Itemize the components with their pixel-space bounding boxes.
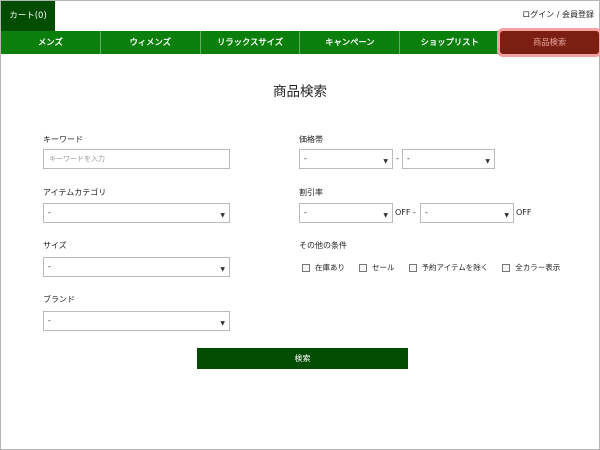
register-link[interactable]: 会員登録 (562, 10, 594, 19)
keyword-label: キーワード (43, 135, 83, 144)
checkbox-box[interactable] (302, 263, 310, 272)
sale-checkbox[interactable]: セール (359, 262, 395, 273)
search-button[interactable]: 検索 (197, 348, 408, 369)
account-divider: / (556, 10, 560, 19)
price-min-value: - (304, 154, 307, 163)
discount-off-label-1: OFF (395, 208, 411, 217)
chevron-down-icon: ▼ (383, 212, 388, 219)
nav-item-campaign[interactable]: キャンペーン (300, 31, 401, 54)
discount-separator: - (413, 208, 416, 217)
discount-max-value: - (425, 208, 428, 217)
chevron-down-icon: ▼ (485, 158, 490, 165)
checkbox-box[interactable] (408, 263, 417, 272)
chevron-down-icon: ▼ (383, 158, 388, 165)
category-select[interactable]: - ▼ (43, 203, 230, 223)
category-select-value: - (48, 208, 51, 217)
nav-item-mens[interactable]: メンズ (1, 31, 101, 54)
brand-select[interactable]: - ▼ (43, 311, 230, 331)
size-select-value: - (48, 262, 51, 271)
chevron-down-icon: ▼ (220, 212, 225, 219)
all-colors-label: 全カラー表示 (515, 263, 561, 272)
page-title: 商品検索 (273, 84, 327, 100)
other-conditions-group: 在庫あり セール 予約アイテムを除く 全カラー表示 (302, 262, 560, 273)
account-links: ログイン / 会員登録 (522, 9, 594, 20)
size-select[interactable]: - ▼ (43, 257, 230, 277)
main-nav: メンズ ウィメンズ リラックスサイズ キャンペーン ショップリスト 商品検索 (1, 31, 599, 54)
price-min-select[interactable]: - ▼ (299, 149, 393, 169)
page-frame (0, 0, 600, 450)
discount-max-select[interactable]: - ▼ (420, 203, 514, 223)
chevron-down-icon: ▼ (504, 212, 509, 219)
price-separator: - (396, 154, 399, 163)
exclude-preorder-label: 予約アイテムを除く (421, 263, 489, 272)
other-conditions-label: その他の条件 (299, 241, 347, 250)
brand-select-value: - (48, 316, 51, 325)
exclude-preorder-checkbox[interactable]: 予約アイテムを除く (408, 262, 489, 273)
chevron-down-icon: ▼ (220, 266, 225, 273)
checkbox-box[interactable] (502, 263, 511, 272)
nav-item-womens[interactable]: ウィメンズ (101, 31, 201, 54)
in-stock-checkbox[interactable]: 在庫あり (302, 262, 345, 273)
discount-label: 割引率 (299, 188, 323, 197)
cart-button[interactable]: カート(0) (1, 1, 55, 31)
discount-min-value: - (304, 208, 307, 217)
discount-off-label-2: OFF (516, 208, 532, 217)
all-colors-checkbox[interactable]: 全カラー表示 (502, 262, 560, 273)
price-max-value: - (407, 154, 410, 163)
in-stock-label: 在庫あり (315, 263, 345, 272)
checkbox-box[interactable] (359, 263, 367, 272)
category-label: アイテムカテゴリ (43, 188, 107, 197)
top-bar: カート(0) ログイン / 会員登録 (0, 0, 600, 31)
sale-label: セール (372, 263, 395, 272)
keyword-input[interactable] (43, 149, 230, 169)
brand-label: ブランド (43, 295, 75, 304)
chevron-down-icon: ▼ (220, 320, 225, 327)
price-label: 価格帯 (299, 135, 323, 144)
login-link[interactable]: ログイン (522, 10, 554, 19)
price-max-select[interactable]: - ▼ (402, 149, 495, 169)
nav-item-shop-list[interactable]: ショップリスト (400, 31, 501, 54)
size-label: サイズ (43, 241, 67, 250)
nav-item-product-search[interactable]: 商品検索 (500, 31, 599, 54)
discount-min-select[interactable]: - ▼ (299, 203, 393, 223)
nav-item-relax-size[interactable]: リラックスサイズ (201, 31, 301, 54)
